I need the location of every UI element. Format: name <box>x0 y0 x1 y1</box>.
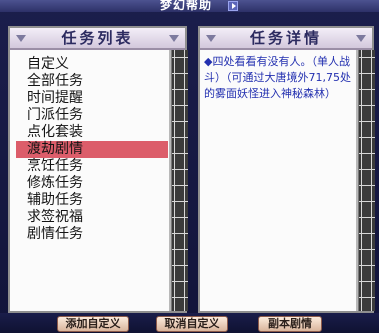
dungeon-story-button[interactable]: 副本剧情 <box>258 316 322 332</box>
add-custom-button[interactable]: 添加自定义 <box>57 316 129 332</box>
list-item[interactable]: 剧情任务 <box>16 226 168 243</box>
list-item[interactable]: 门派任务 <box>16 107 168 124</box>
title-bar[interactable]: 梦幻帮助 <box>0 0 379 12</box>
task-detail-content: ◆四处看看有没有人。（单人战斗）（可通过大唐境外71,75处的雾面妖怪进入神秘森… <box>200 50 356 311</box>
triangle-down-icon <box>356 35 366 42</box>
scrollbar[interactable] <box>171 50 188 311</box>
help-window: 梦幻帮助 任务列表 自定义 全部任务 时间提醒 门派任务 点化套装 渡劫剧情 烹… <box>0 0 379 333</box>
list-item-selected[interactable]: 渡劫剧情 <box>16 141 168 158</box>
scrollbar[interactable] <box>358 50 375 311</box>
list-item[interactable]: 点化套装 <box>16 124 168 141</box>
list-item[interactable]: 烹饪任务 <box>16 158 168 175</box>
task-list-header: 任务列表 <box>10 28 185 50</box>
window-title: 梦幻帮助 <box>159 0 212 12</box>
list-item[interactable]: 求签祝福 <box>16 209 168 226</box>
list-item[interactable]: 辅助任务 <box>16 192 168 209</box>
expand-arrow-icon[interactable] <box>228 1 238 11</box>
cancel-custom-button[interactable]: 取消自定义 <box>156 316 228 332</box>
triangle-down-icon <box>16 35 26 42</box>
list-item[interactable]: 时间提醒 <box>16 90 168 107</box>
task-detail-panel: 任务详情 ◆四处看看有没有人。（单人战斗）（可通过大唐境外71,75处的雾面妖怪… <box>198 26 375 313</box>
list-item[interactable]: 修炼任务 <box>16 175 168 192</box>
list-item[interactable]: 自定义 <box>16 56 168 73</box>
triangle-down-icon <box>169 35 179 42</box>
task-detail-text: ◆四处看看有没有人。（单人战斗）（可通过大唐境外71,75处的雾面妖怪进入神秘森… <box>204 55 351 100</box>
task-list-panel: 任务列表 自定义 全部任务 时间提醒 门派任务 点化套装 渡劫剧情 烹饪任务 修… <box>8 26 188 313</box>
task-detail-header: 任务详情 <box>200 28 372 50</box>
task-detail-title: 任务详情 <box>249 29 322 47</box>
task-list: 自定义 全部任务 时间提醒 门派任务 点化套装 渡劫剧情 烹饪任务 修炼任务 辅… <box>10 50 169 311</box>
triangle-down-icon <box>206 35 216 42</box>
list-item[interactable]: 全部任务 <box>16 73 168 90</box>
task-list-title: 任务列表 <box>61 29 134 47</box>
